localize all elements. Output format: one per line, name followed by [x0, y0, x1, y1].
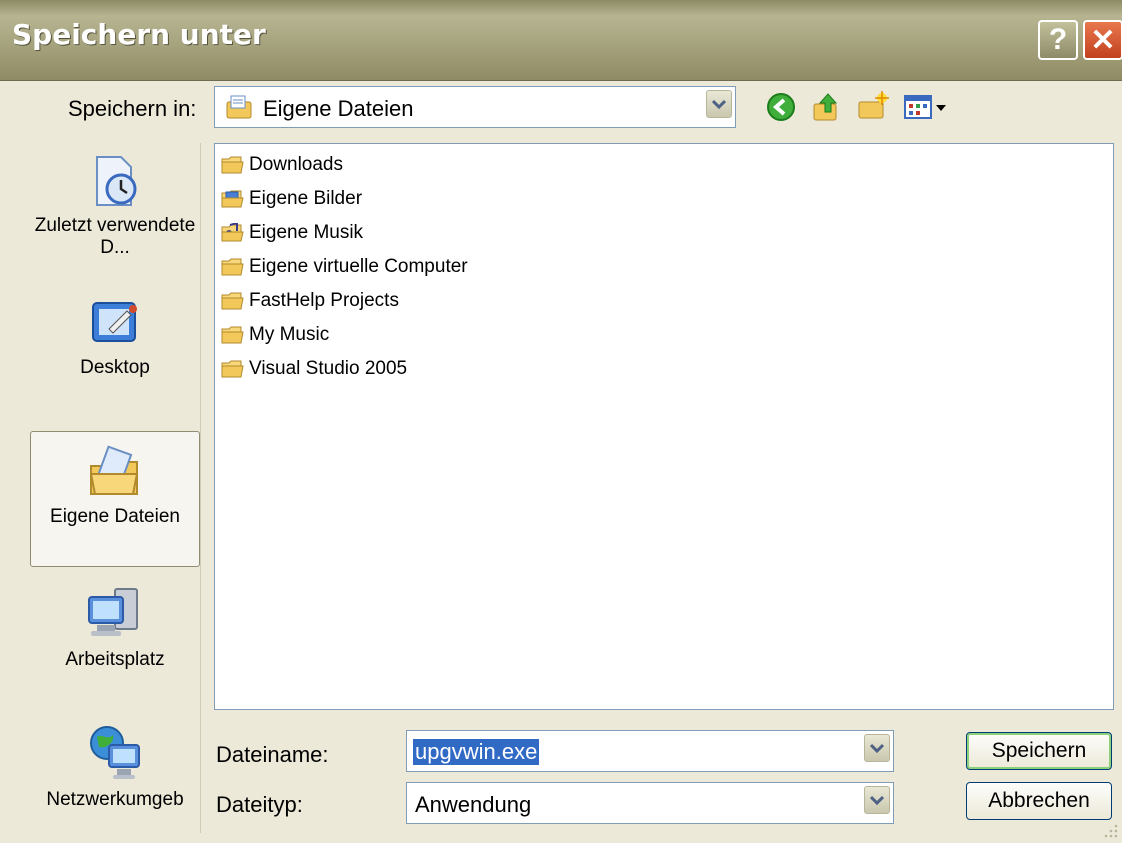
up-folder-icon[interactable]: [810, 90, 844, 124]
place-label-my-documents: Eigene Dateien: [50, 506, 180, 527]
filename-label: Dateiname:: [216, 742, 329, 767]
help-button[interactable]: ?: [1038, 20, 1078, 60]
list-item[interactable]: Eigene Bilder: [221, 184, 362, 214]
cancel-button[interactable]: Abbrechen: [966, 782, 1112, 820]
place-desktop[interactable]: Desktop: [30, 295, 200, 405]
view-menu-icon[interactable]: [902, 90, 952, 124]
close-icon: ✕: [1090, 23, 1116, 57]
filetype-dropdown[interactable]: Anwendung: [406, 782, 894, 824]
places-bar: Zuletzt verwendete D... Desktop Eigene D…: [30, 143, 201, 833]
chevron-down-icon: [870, 743, 884, 754]
resize-grip-icon[interactable]: [1100, 820, 1120, 840]
place-my-documents[interactable]: Eigene Dateien: [30, 431, 200, 567]
list-item[interactable]: Visual Studio 2005: [221, 354, 407, 384]
file-name: Eigene Musik: [249, 222, 364, 243]
chevron-down-icon: [870, 795, 884, 806]
pictures-folder-icon: [221, 190, 244, 208]
place-my-computer[interactable]: Arbeitsplatz: [30, 583, 200, 693]
save-button[interactable]: Speichern: [966, 732, 1112, 770]
folder-icon: [221, 360, 244, 378]
folder-icon: [221, 258, 244, 276]
window-title: Speichern unter: [12, 18, 266, 51]
filename-input[interactable]: upgvwin.exe: [406, 730, 894, 772]
back-icon[interactable]: [764, 90, 798, 124]
chevron-down-icon: [712, 99, 726, 110]
desktop-icon: [92, 302, 137, 342]
save-in-value: Eigene Dateien: [263, 96, 414, 121]
filename-dropdown-arrow[interactable]: [864, 734, 890, 762]
place-label-network: Netzwerkumgeb: [46, 789, 184, 810]
filetype-label: Dateityp:: [216, 792, 303, 817]
file-name: Eigene Bilder: [249, 188, 363, 209]
file-name: Downloads: [249, 154, 343, 175]
list-item[interactable]: My Music: [221, 320, 329, 350]
place-network[interactable]: Netzwerkumgeb: [30, 723, 200, 833]
save-in-label: Speichern in:: [68, 96, 197, 121]
new-folder-icon[interactable]: [856, 90, 890, 124]
file-name: Eigene virtuelle Computer: [249, 256, 468, 277]
place-label-my-computer: Arbeitsplatz: [65, 649, 165, 670]
list-item[interactable]: Downloads: [221, 150, 343, 180]
filetype-dropdown-arrow[interactable]: [864, 786, 890, 814]
save-in-dropdown-arrow[interactable]: [706, 90, 732, 118]
folder-icon: [221, 292, 244, 310]
place-label-recent: Zuletzt verwendete D...: [34, 215, 196, 258]
file-name: Visual Studio 2005: [249, 358, 408, 379]
file-name: FastHelp Projects: [249, 290, 399, 311]
place-recent-documents[interactable]: Zuletzt verwendete D...: [30, 143, 200, 303]
list-item[interactable]: Eigene Musik: [221, 218, 363, 248]
list-item[interactable]: Eigene virtuelle Computer: [221, 252, 468, 282]
folder-icon: [221, 156, 244, 174]
file-name: My Music: [249, 324, 330, 345]
my-computer-icon: [88, 588, 138, 636]
save-in-dropdown[interactable]: Eigene Dateien: [214, 86, 736, 128]
list-item[interactable]: FastHelp Projects: [221, 286, 399, 316]
close-button[interactable]: ✕: [1083, 20, 1122, 60]
network-icon: [90, 726, 140, 779]
folder-icon: [221, 326, 244, 344]
help-icon: ?: [1048, 23, 1068, 56]
music-folder-icon: [221, 223, 244, 242]
place-label-desktop: Desktop: [80, 357, 150, 378]
file-list[interactable]: Downloads Eigene Bilder Eigene Musik Eig…: [214, 143, 1114, 710]
filetype-value: Anwendung: [415, 792, 532, 817]
recent-documents-icon: [96, 156, 137, 206]
my-documents-icon: [89, 445, 139, 495]
my-documents-icon: [226, 95, 252, 119]
filename-value: upgvwin.exe: [413, 739, 540, 765]
title-bar[interactable]: Speichern unter ? ✕: [0, 0, 1122, 81]
